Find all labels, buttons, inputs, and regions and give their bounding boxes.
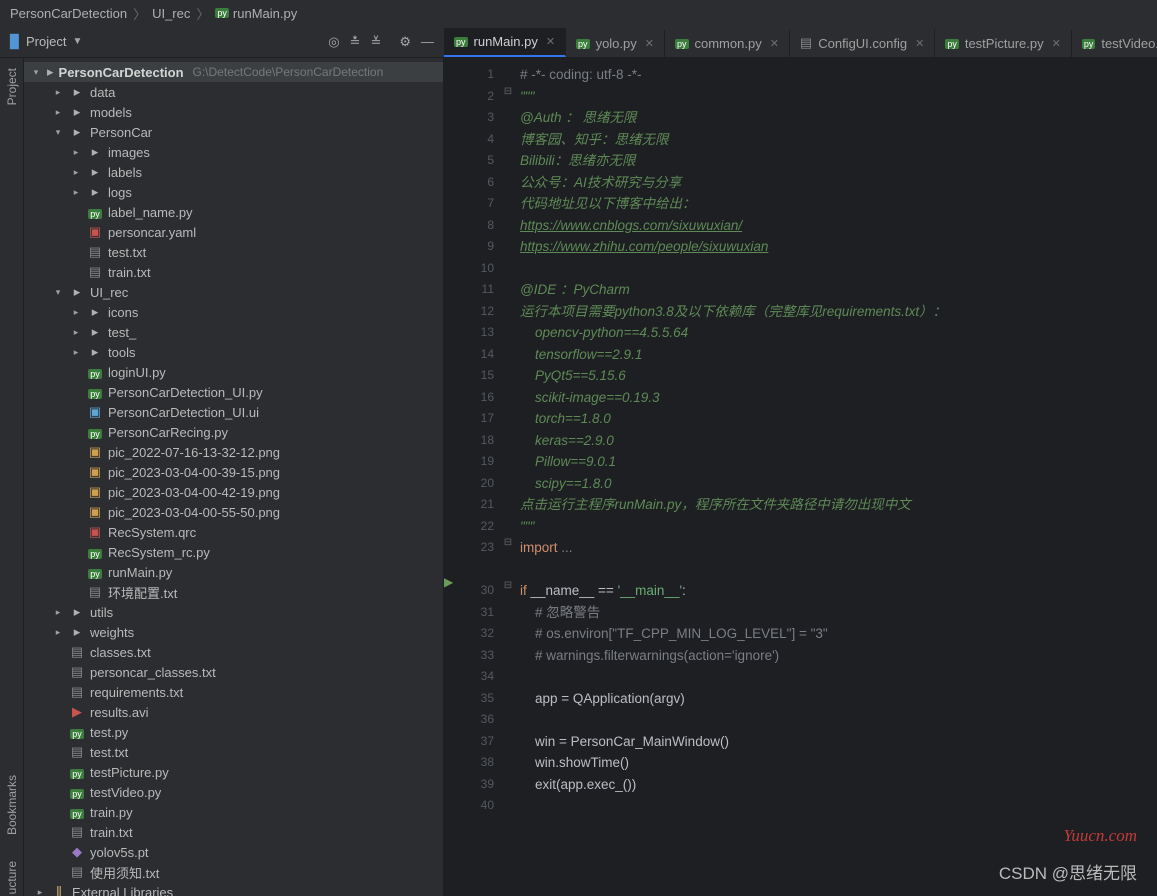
breadcrumb-seg[interactable]: pyrunMain.py [215,6,297,21]
tree-node[interactable]: ▣pic_2022-07-16-13-32-12.png [24,442,443,462]
tree-node[interactable]: ▤classes.txt [24,642,443,662]
tree-node[interactable]: pyloginUI.py [24,362,443,382]
tree-node[interactable]: ▤personcar_classes.txt [24,662,443,682]
tree-node[interactable]: ▤环境配置.txt [24,582,443,602]
tree-node[interactable]: ▣PersonCarDetection_UI.ui [24,402,443,422]
toolbar-row: ▉ Project ▼ ◎ ≛ ≚ ⚙ — pyrunMain.py✕pyyol… [0,26,1157,58]
editor-tabs: pyrunMain.py✕pyyolo.py✕pycommon.py✕▤Conf… [444,26,1157,57]
hide-icon[interactable]: — [421,34,434,50]
fold-gutter[interactable]: ⊟⊟⊟ [502,58,514,896]
tree-node[interactable]: ▣pic_2023-03-04-00-42-19.png [24,482,443,502]
expand-all-icon[interactable]: ≛ [350,34,361,50]
breadcrumb-seg[interactable]: PersonCarDetection [10,6,127,21]
tool-window-bar: Project Bookmarks ucture [0,58,24,896]
watermark: Yuucn.com [1063,826,1137,846]
editor-tab[interactable]: pycommon.py✕ [665,30,790,57]
breadcrumb[interactable]: PersonCarDetection 〉 UI_rec 〉 pyrunMain.… [0,0,1157,26]
sidebar-structure[interactable]: ucture [5,861,19,894]
tree-node[interactable]: ▣personcar.yaml [24,222,443,242]
watermark: CSDN @思绪无限 [999,859,1137,884]
expand-icon[interactable]: ▸ [70,167,82,178]
tree-node[interactable]: ▶results.avi [24,702,443,722]
expand-icon[interactable]: ▸ [52,627,64,638]
expand-icon[interactable]: ▸ [70,187,82,198]
project-dropdown[interactable]: ▉ Project ▼ [10,34,322,50]
tree-node[interactable]: pytrain.py [24,802,443,822]
tree-node[interactable]: ▸▸models [24,102,443,122]
run-icon[interactable]: ▶ [444,575,453,589]
tree-node[interactable]: ▤requirements.txt [24,682,443,702]
tree-node[interactable]: ▸▸labels [24,162,443,182]
tree-node[interactable]: ▸▸weights [24,622,443,642]
sidebar-bookmarks[interactable]: Bookmarks [5,775,19,835]
tree-node[interactable]: ▤使用须知.txt [24,862,443,882]
breadcrumb-sep: 〉 [196,4,209,23]
editor-tab[interactable]: ▤ConfigUI.config✕ [790,29,935,57]
close-icon[interactable]: ✕ [1052,37,1061,50]
tree-node[interactable]: pytest.py [24,722,443,742]
tree-node[interactable]: ▸▸icons [24,302,443,322]
tree-node[interactable]: ▣RecSystem.qrc [24,522,443,542]
tree-node[interactable]: ▤test.txt [24,742,443,762]
tree-node[interactable]: ▸▸test_ [24,322,443,342]
expand-icon[interactable]: ▸ [70,307,82,318]
tree-node[interactable]: pyPersonCarDetection_UI.py [24,382,443,402]
editor-tab[interactable]: pyrunMain.py✕ [444,28,566,57]
tree-node[interactable]: ▾▸PersonCar [24,122,443,142]
line-numbers: 1234567891011121314151617181920212223303… [462,58,502,896]
tree-node[interactable]: pylabel_name.py [24,202,443,222]
chevron-down-icon: ▼ [72,36,82,47]
code-area[interactable]: # -*- coding: utf-8 -*-"""@Auth ： 思绪无限博客… [514,58,1157,896]
tree-node[interactable]: ▸⫴External Libraries [24,882,443,896]
expand-icon[interactable]: ▸ [70,147,82,158]
close-icon[interactable]: ✕ [546,35,555,48]
editor-tab[interactable]: pytestVideo.py✕ [1072,30,1157,57]
tree-node[interactable]: ▤test.txt [24,242,443,262]
tree-node[interactable]: ▣pic_2023-03-04-00-39-15.png [24,462,443,482]
tree-node[interactable]: ▸▸logs [24,182,443,202]
tree-node[interactable]: ▣pic_2023-03-04-00-55-50.png [24,502,443,522]
collapse-icon[interactable]: ▾ [52,287,64,298]
sidebar-project[interactable]: Project [5,68,19,105]
tree-node[interactable]: ▾▸UI_rec [24,282,443,302]
expand-icon[interactable]: ▸ [34,887,46,896]
project-tree[interactable]: ▾▸PersonCarDetectionG:\DetectCode\Person… [24,58,444,896]
collapse-icon[interactable]: ▾ [52,127,64,138]
select-opened-icon[interactable]: ◎ [328,34,339,50]
collapse-all-icon[interactable]: ≚ [370,34,381,50]
expand-icon[interactable]: ▸ [52,87,64,98]
tree-node[interactable]: pytestPicture.py [24,762,443,782]
gear-icon[interactable]: ⚙ [399,34,411,50]
expand-icon[interactable]: ▸ [70,347,82,358]
expand-icon[interactable]: ▸ [52,607,64,618]
tree-node[interactable]: ▸▸tools [24,342,443,362]
tree-node[interactable]: pytestVideo.py [24,782,443,802]
tree-node[interactable]: pyrunMain.py [24,562,443,582]
editor-tab[interactable]: pytestPicture.py✕ [935,30,1072,57]
tree-root[interactable]: ▾▸PersonCarDetectionG:\DetectCode\Person… [24,62,443,82]
tree-node[interactable]: ◆yolov5s.pt [24,842,443,862]
tree-node[interactable]: pyRecSystem_rc.py [24,542,443,562]
editor[interactable]: ▶ 12345678910111213141516171819202122233… [444,58,1157,896]
project-icon: ▉ [10,34,20,50]
editor-tab[interactable]: pyyolo.py✕ [566,30,665,57]
breadcrumb-sep: 〉 [133,4,146,23]
tree-node[interactable]: ▤train.txt [24,822,443,842]
close-icon[interactable]: ✕ [645,37,654,50]
expand-icon[interactable]: ▸ [52,107,64,118]
tree-node[interactable]: pyPersonCarRecing.py [24,422,443,442]
tree-node[interactable]: ▤train.txt [24,262,443,282]
tree-node[interactable]: ▸▸images [24,142,443,162]
expand-icon[interactable]: ▸ [70,327,82,338]
close-icon[interactable]: ✕ [915,37,924,50]
tree-node[interactable]: ▸▸data [24,82,443,102]
breadcrumb-seg[interactable]: UI_rec [152,6,190,21]
tree-node[interactable]: ▸▸utils [24,602,443,622]
close-icon[interactable]: ✕ [770,37,779,50]
